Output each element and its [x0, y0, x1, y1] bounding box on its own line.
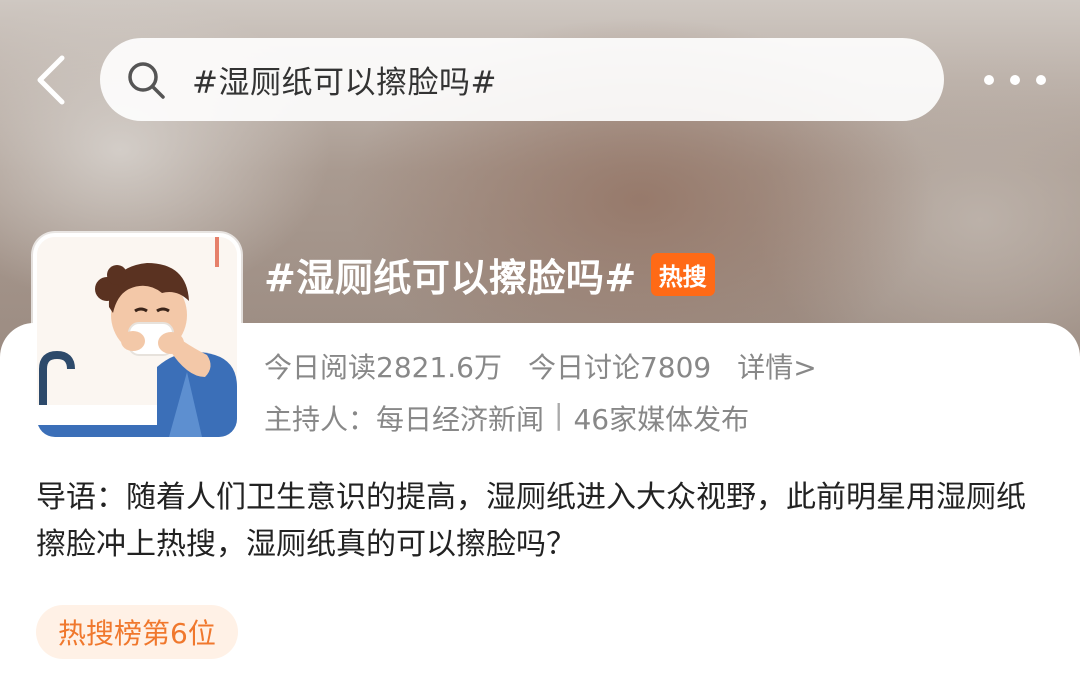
host-info: 主持人： 每日经济新闻 | 46家媒体发布 [264, 398, 749, 438]
topic-intro: 导语：随着人们卫生意识的提高，湿厕纸进入大众视野，此前明星用湿厕纸擦脸冲上热搜，… [36, 480, 1026, 562]
topic-thumbnail[interactable] [33, 233, 241, 441]
search-icon [126, 60, 166, 100]
hot-badge: 热搜 [650, 252, 715, 296]
more-dots-icon [1036, 75, 1046, 85]
hot-rank-tag[interactable]: 热搜榜第6位 [36, 605, 238, 659]
topic-stats: 今日阅读2821.6万 今日讨论7809 详情> [264, 346, 817, 386]
host-label: 主持人： [264, 403, 377, 436]
more-options-button[interactable] [984, 66, 1046, 94]
search-query: #湿厕纸可以擦脸吗# [192, 65, 497, 101]
search-bar[interactable]: #湿厕纸可以擦脸吗# [100, 38, 944, 121]
topic-title-row: #湿厕纸可以擦脸吗# 热搜 [264, 244, 715, 304]
details-link[interactable]: 详情> [737, 346, 816, 386]
media-count[interactable]: 46家媒体发布 [573, 398, 749, 438]
more-dots-icon [1010, 75, 1020, 85]
read-count: 今日阅读2821.6万 [264, 351, 502, 384]
host-name[interactable]: 每日经济新闻 [376, 398, 544, 438]
topic-title: #湿厕纸可以擦脸吗# [264, 255, 637, 300]
separator: | [554, 398, 564, 431]
chevron-left-icon [37, 55, 65, 105]
back-button[interactable] [28, 52, 72, 108]
more-dots-icon [984, 75, 994, 85]
discussion-count: 今日讨论7809 [527, 351, 712, 384]
person-wiping-face-illustration [37, 237, 237, 437]
